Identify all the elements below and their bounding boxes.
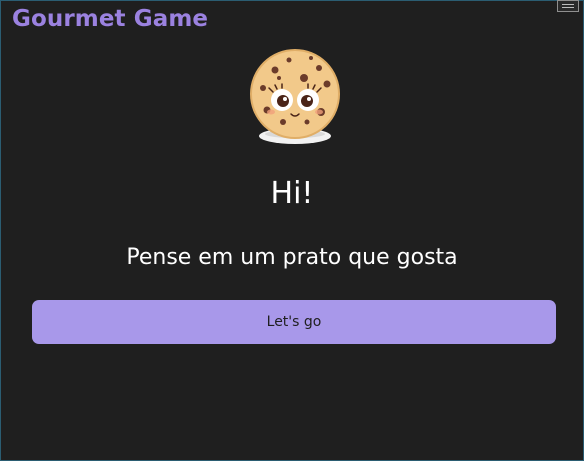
cookie-mascot-icon bbox=[250, 49, 340, 144]
menu-line bbox=[562, 4, 574, 5]
menu-line bbox=[562, 7, 574, 8]
lets-go-button[interactable]: Let's go bbox=[32, 300, 556, 344]
hamburger-menu-icon[interactable] bbox=[557, 0, 579, 12]
app-title: Gourmet Game bbox=[12, 6, 209, 32]
prompt-text: Pense em um prato que gosta bbox=[126, 245, 458, 270]
greeting-heading: Hi! bbox=[270, 176, 314, 211]
app-window: Gourmet Game Hi! Pense em um prato que g… bbox=[0, 0, 584, 461]
